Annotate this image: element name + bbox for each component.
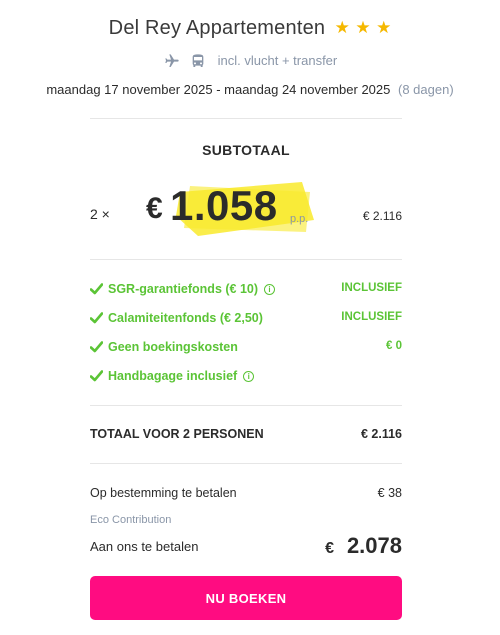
checkmark-icon: [90, 312, 103, 324]
total-value: € 2.116: [360, 427, 402, 441]
checkmark-icon: [90, 283, 103, 295]
feature-value: € 0: [386, 340, 402, 352]
per-person-label: p.p.: [290, 213, 309, 225]
divider: [90, 463, 402, 464]
duration-label: (8 dagen): [398, 82, 454, 97]
feature-row-handbagage: Handbagage inclusief i: [90, 369, 402, 387]
destination-row: Op bestemming te betalen € 38: [90, 486, 402, 500]
feature-row-sgr: SGR-garantiefonds (€ 10) i INCLUSIEF: [90, 282, 402, 300]
currency-symbol: €: [146, 192, 163, 225]
feature-row-boekingskosten: Geen boekingskosten € 0: [90, 340, 402, 358]
pay-label: Aan ons te betalen: [90, 539, 199, 554]
accommodation-name: Del Rey Appartementen: [108, 17, 326, 39]
plane-icon: [165, 54, 179, 67]
pay-value: 2.078: [346, 533, 402, 558]
info-icon[interactable]: i: [243, 371, 255, 382]
star-icon: ★: [376, 18, 392, 37]
total-label: TOTAAL VOOR 2 PERSONEN: [90, 427, 264, 441]
quantity-label: 2 ×: [90, 206, 110, 222]
pay-row: Aan ons te betalen € 2.078: [90, 533, 402, 563]
subtotal-heading: SUBTOTAAL: [202, 142, 290, 158]
subtotal-total: € 2.116: [362, 209, 402, 223]
checkmark-icon: [90, 341, 103, 353]
destination-label: Op bestemming te betalen: [90, 486, 237, 500]
includes-text: incl. vlucht + transfer: [217, 53, 338, 69]
info-icon[interactable]: i: [264, 284, 276, 295]
divider: [90, 259, 402, 260]
total-row: TOTAAL VOOR 2 PERSONEN € 2.116: [90, 427, 402, 441]
checkmark-icon: [90, 370, 103, 382]
bus-icon: [192, 54, 204, 67]
book-now-button[interactable]: NU BOEKEN: [90, 576, 402, 620]
feature-label: SGR-garantiefonds (€ 10): [108, 282, 259, 296]
star-rating: ★ ★ ★: [334, 19, 392, 38]
divider: [90, 405, 402, 406]
feature-label: Handbagage inclusief: [108, 369, 238, 383]
date-range: maandag 17 november 2025 - maandag 24 no…: [46, 82, 391, 97]
star-icon: ★: [334, 18, 350, 37]
feature-label: Geen boekingskosten: [108, 340, 238, 354]
travel-dates: maandag 17 november 2025 - maandag 24 no…: [0, 82, 500, 97]
destination-value: € 38: [377, 486, 402, 500]
feature-value: INCLUSIEF: [341, 282, 402, 294]
price-row: 2 × € 1.058 p.p. € 2.116: [90, 170, 402, 250]
feature-row-calamiteiten: Calamiteitenfonds (€ 2,50) INCLUSIEF: [90, 311, 402, 329]
includes-row: incl. vlucht + transfer: [0, 52, 500, 70]
eco-contribution-label: Eco Contribution: [90, 514, 172, 526]
feature-label: Calamiteitenfonds (€ 2,50): [108, 311, 263, 325]
divider: [90, 118, 402, 119]
accommodation-header: Del Rey Appartementen ★ ★ ★: [0, 17, 500, 40]
price-per-person: 1.058: [170, 182, 278, 229]
star-icon: ★: [355, 18, 371, 37]
pay-currency: €: [325, 540, 334, 557]
feature-value: INCLUSIEF: [341, 311, 402, 323]
